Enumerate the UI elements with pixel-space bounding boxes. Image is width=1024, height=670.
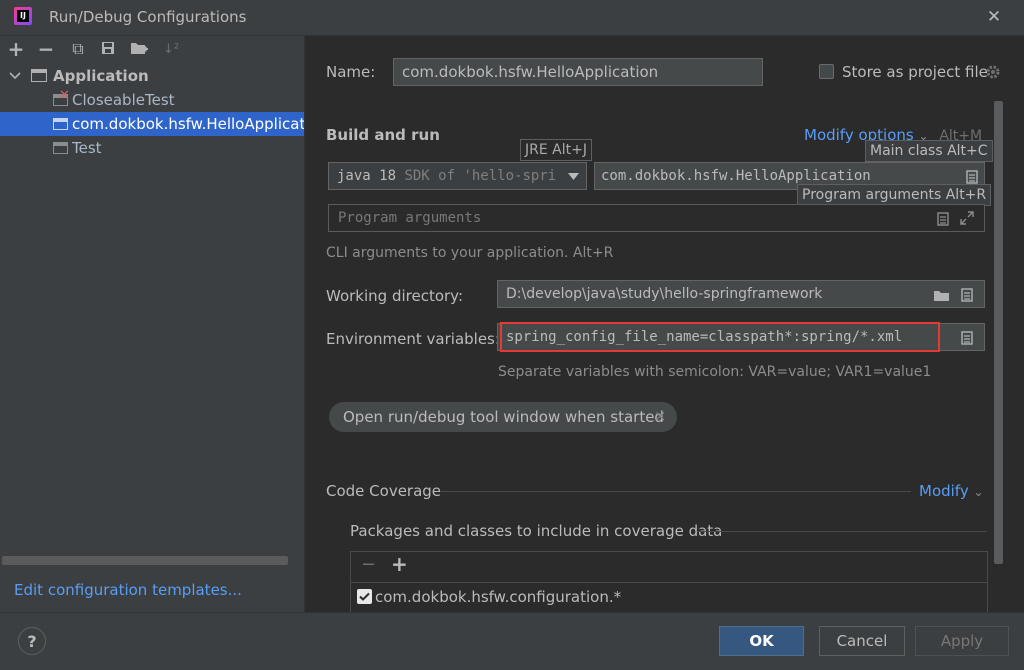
jre-shortcut-hint: JRE Alt+J (520, 139, 592, 161)
coverage-remove-icon[interactable]: − (361, 554, 376, 575)
tree-item-label: CloseableTest (72, 91, 175, 109)
chevron-down-icon: ⌄ (973, 485, 984, 499)
close-icon[interactable]: ✕ (982, 6, 1006, 28)
environment-variables-value: spring_config_file_name=classpath*:sprin… (506, 329, 903, 345)
save-icon[interactable] (100, 40, 116, 56)
build-run-heading: Build and run (326, 126, 440, 144)
app-icon: IJ (14, 7, 32, 25)
chip-close-icon[interactable]: × (654, 407, 667, 425)
tree-node-application-label: Application (53, 67, 149, 85)
coverage-toolbar-separator (351, 582, 987, 583)
open-tool-window-chip-label: Open run/debug tool window when started (343, 408, 664, 426)
test-config-icon (53, 142, 68, 154)
expand-icon[interactable] (959, 210, 975, 226)
copy-icon[interactable]: ⧉ (68, 38, 88, 60)
program-arguments-shortcut-hint: Program arguments Alt+R (797, 184, 992, 206)
jdk-select-value: java 18 SDK of 'hello-spri (337, 168, 557, 184)
jdk-select[interactable]: java 18 SDK of 'hello-spri (328, 162, 587, 190)
coverage-packages-label: Packages and classes to include in cover… (350, 522, 731, 540)
open-tool-window-chip[interactable]: Open run/debug tool window when started … (329, 402, 677, 432)
edit-templates-link[interactable]: Edit configuration templates... (14, 581, 242, 599)
apply-button[interactable]: Apply (915, 626, 1009, 656)
program-arguments-input[interactable]: Program arguments (328, 204, 985, 232)
coverage-packages-separator (697, 531, 987, 532)
code-coverage-separator (441, 491, 911, 492)
tree-item-test[interactable]: Test (0, 136, 304, 160)
tree-item-closeabletest[interactable]: ✕ CloseableTest (0, 88, 304, 112)
environment-variables-label: Environment variables: (326, 330, 500, 348)
cancel-button[interactable]: Cancel (819, 626, 905, 656)
main-class-shortcut-hint: Main class Alt+C (865, 140, 993, 162)
new-folder-icon[interactable] (130, 40, 148, 56)
right-panel: Name: com.dokbok.hsfw.HelloApplication S… (305, 36, 1024, 612)
environment-variables-hint: Separate variables with semicolon: VAR=v… (498, 364, 932, 380)
name-label: Name: (326, 63, 376, 81)
dropdown-arrow-icon (565, 169, 581, 183)
tree-item-label: Test (72, 139, 102, 157)
sort-icon[interactable]: ↓² (160, 38, 182, 60)
error-icon: ✕ (59, 88, 70, 103)
gear-icon[interactable] (984, 63, 1002, 81)
help-button[interactable]: ? (18, 627, 46, 655)
name-input[interactable]: com.dokbok.hsfw.HelloApplication (393, 58, 763, 86)
window-title: Run/Debug Configurations (49, 8, 247, 26)
document-icon[interactable] (936, 211, 950, 227)
app-icon-text: IJ (17, 10, 29, 22)
environment-variables-input[interactable]: spring_config_file_name=classpath*:sprin… (497, 322, 985, 352)
tree-toolbar: + − ⧉ ↓² (0, 36, 304, 62)
ok-button[interactable]: OK (719, 626, 804, 656)
coverage-add-icon[interactable]: + (391, 552, 408, 576)
application-config-icon (53, 118, 68, 130)
browse-document-icon[interactable] (965, 169, 979, 185)
right-vertical-scrollbar[interactable] (994, 101, 1003, 564)
dialog-footer: ? OK Cancel Apply (0, 612, 1024, 670)
working-directory-value: D:\develop\java\study\hello-springframew… (506, 286, 823, 302)
coverage-modify-label: Modify (919, 482, 969, 500)
cli-arguments-hint: CLI arguments to your application. Alt+R (326, 245, 614, 261)
remove-icon[interactable]: − (36, 37, 56, 61)
working-directory-input[interactable]: D:\develop\java\study\hello-springframew… (497, 280, 985, 308)
document-icon[interactable] (960, 330, 974, 346)
left-panel: + − ⧉ ↓² Application ✕ CloseableTest com… (0, 36, 305, 612)
working-directory-label: Working directory: (326, 287, 464, 305)
jdk-version: java 18 (337, 168, 397, 184)
tree-item-helloapplication[interactable]: com.dokbok.hsfw.HelloApplication (0, 112, 304, 136)
tree-item-label: com.dokbok.hsfw.HelloApplication (72, 115, 304, 133)
coverage-entry-label: com.dokbok.hsfw.configuration.* (375, 588, 622, 606)
main-class-value: com.dokbok.hsfw.HelloApplication (601, 168, 871, 184)
jdk-detail: SDK of 'hello-spri (404, 168, 557, 184)
document-icon[interactable] (960, 287, 974, 303)
application-icon (31, 69, 47, 82)
add-icon[interactable]: + (6, 37, 26, 61)
name-input-value: com.dokbok.hsfw.HelloApplication (402, 63, 659, 81)
code-coverage-heading: Code Coverage (326, 482, 450, 500)
chevron-down-icon[interactable] (8, 68, 22, 84)
title-bar: IJ Run/Debug Configurations ✕ (0, 0, 1024, 36)
coverage-modify-link[interactable]: Modify ⌄ (919, 482, 984, 500)
folder-icon[interactable] (932, 287, 950, 303)
tree-horizontal-scrollbar[interactable] (2, 556, 288, 565)
coverage-entry-checkbox[interactable] (357, 589, 372, 604)
program-arguments-placeholder: Program arguments (338, 210, 482, 226)
tree-node-application[interactable]: Application (0, 64, 304, 88)
store-as-project-checkbox[interactable] (819, 64, 834, 79)
store-as-project-label[interactable]: Store as project file (842, 63, 988, 81)
coverage-table: − + com.dokbok.hsfw.configuration.* (350, 551, 988, 612)
